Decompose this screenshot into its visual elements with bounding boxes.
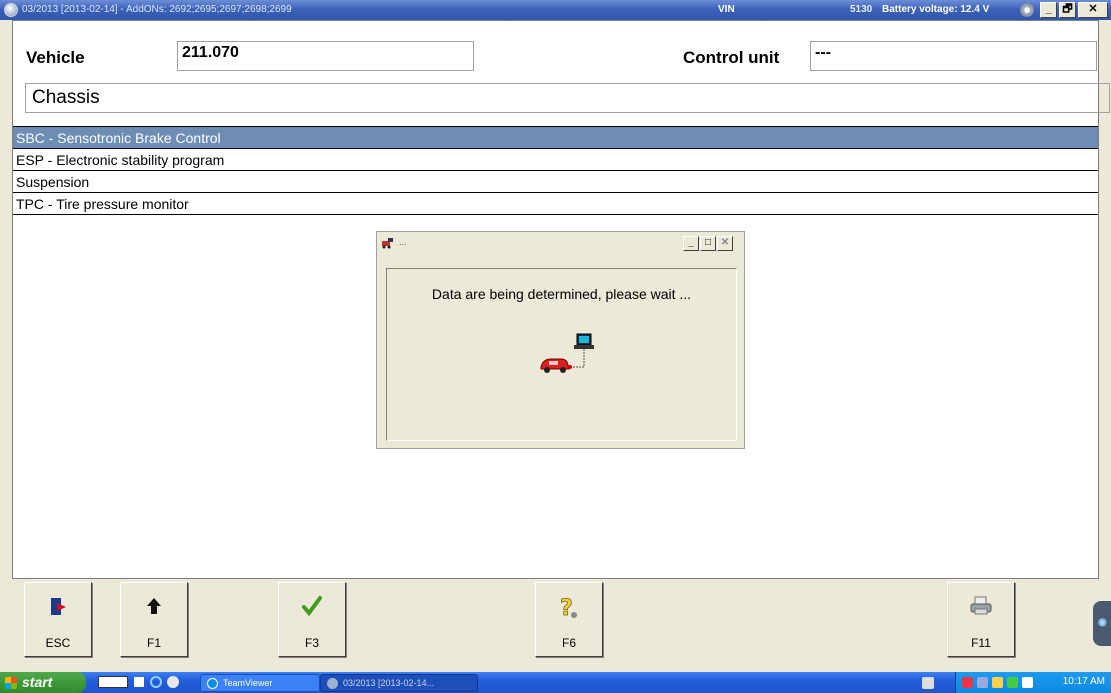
esc-key-label: ESC <box>45 636 71 650</box>
maximize-button[interactable]: 🗗 <box>1059 2 1076 18</box>
list-item[interactable]: TPC - Tire pressure monitor <box>13 192 1098 215</box>
f11-button[interactable]: F11 <box>947 582 1015 657</box>
task-label: TeamViewer <box>223 678 273 688</box>
f6-key-label: F6 <box>561 636 576 650</box>
clock: 10:17 AM <box>1062 676 1105 687</box>
svg-text:?: ? <box>560 596 573 621</box>
update-tray-icon[interactable] <box>1007 677 1018 688</box>
start-label: start <box>22 674 53 690</box>
app-logo-icon <box>327 678 338 689</box>
wait-dialog: ... _ □ ✕ Data are being determined, ple… <box>376 231 745 449</box>
vehicle-label: Vehicle <box>26 48 85 67</box>
teamviewer-icon <box>207 678 218 689</box>
control-unit-field[interactable]: --- <box>810 41 1097 71</box>
start-button[interactable]: start <box>0 672 86 693</box>
window-titlebar[interactable]: 03/2013 [2013-02-14] - AddONs: 2692;2695… <box>0 0 1111 20</box>
list-item[interactable]: SBC - Sensotronic Brake Control <box>13 126 1098 149</box>
dialog-titlebar[interactable]: ... _ □ ✕ <box>377 232 744 254</box>
control-unit-list: SBC - Sensotronic Brake Control ESP - El… <box>13 126 1098 215</box>
windows-flag-icon <box>5 677 17 689</box>
security-tray-icon[interactable] <box>992 677 1003 688</box>
list-item[interactable]: Suspension <box>13 170 1098 193</box>
app-logo-icon <box>4 3 18 17</box>
taskbar: start TeamViewer 03/2013 [2013-02-14... … <box>0 672 1111 693</box>
task-das[interactable]: 03/2013 [2013-02-14... <box>320 674 478 692</box>
dialog-minimize-button[interactable]: _ <box>683 236 699 251</box>
f3-key-label: F3 <box>304 636 319 650</box>
desktop-icon[interactable] <box>134 677 144 687</box>
battery-voltage: Battery voltage: 12.4 V <box>882 4 990 15</box>
display-tray-icon[interactable] <box>1022 677 1033 688</box>
dialog-title: ... <box>399 237 407 247</box>
help-tray-icon[interactable] <box>922 677 934 689</box>
f1-key-label: F1 <box>146 636 161 650</box>
exit-door-icon <box>25 595 91 625</box>
dialog-body: Data are being determined, please wait .… <box>386 268 737 441</box>
arrow-up-icon <box>121 595 187 623</box>
printer-icon <box>948 595 1014 623</box>
gear-icon[interactable] <box>1020 3 1034 17</box>
task-label: 03/2013 [2013-02-14... <box>343 678 435 688</box>
task-teamviewer[interactable]: TeamViewer <box>200 674 320 692</box>
car-laptop-connection-icon <box>537 331 597 381</box>
window-title: 03/2013 [2013-02-14] - AddONs: 2692;2695… <box>22 4 292 15</box>
close-button[interactable]: ✕ <box>1078 2 1108 18</box>
f3-button[interactable]: F3 <box>278 582 346 657</box>
internet-explorer-icon[interactable] <box>150 676 162 688</box>
dialog-close-button[interactable]: ✕ <box>717 236 733 251</box>
teamviewer-side-tab[interactable]: ◉ <box>1093 601 1111 646</box>
keyboard-icon[interactable] <box>98 676 128 688</box>
f6-button[interactable]: ? F6 <box>535 582 603 657</box>
f1-button[interactable]: F1 <box>120 582 188 657</box>
vin-value: 5130 <box>850 4 873 15</box>
control-unit-label: Control unit <box>683 48 780 67</box>
help-question-icon: ? <box>536 595 602 627</box>
dialog-app-icon <box>381 237 395 252</box>
dialog-message: Data are being determined, please wait .… <box>431 286 692 302</box>
system-tray: 10:17 AM <box>955 672 1111 693</box>
arrows-tray-icon[interactable] <box>940 676 946 688</box>
network-tray-icon[interactable] <box>962 677 973 688</box>
vehicle-field[interactable]: 211.070 <box>177 41 474 71</box>
category-title: Chassis <box>25 83 1110 113</box>
dialog-maximize-button[interactable]: □ <box>700 236 716 251</box>
esc-button[interactable]: ESC <box>24 582 92 657</box>
browser-icon[interactable] <box>167 676 179 688</box>
f11-key-label: F11 <box>971 636 991 650</box>
checkmark-icon <box>279 595 345 623</box>
vin-label: VIN <box>718 4 735 15</box>
volume-tray-icon[interactable] <box>977 677 988 688</box>
minimize-button[interactable]: _ <box>1040 2 1057 18</box>
list-item[interactable]: ESP - Electronic stability program <box>13 148 1098 171</box>
